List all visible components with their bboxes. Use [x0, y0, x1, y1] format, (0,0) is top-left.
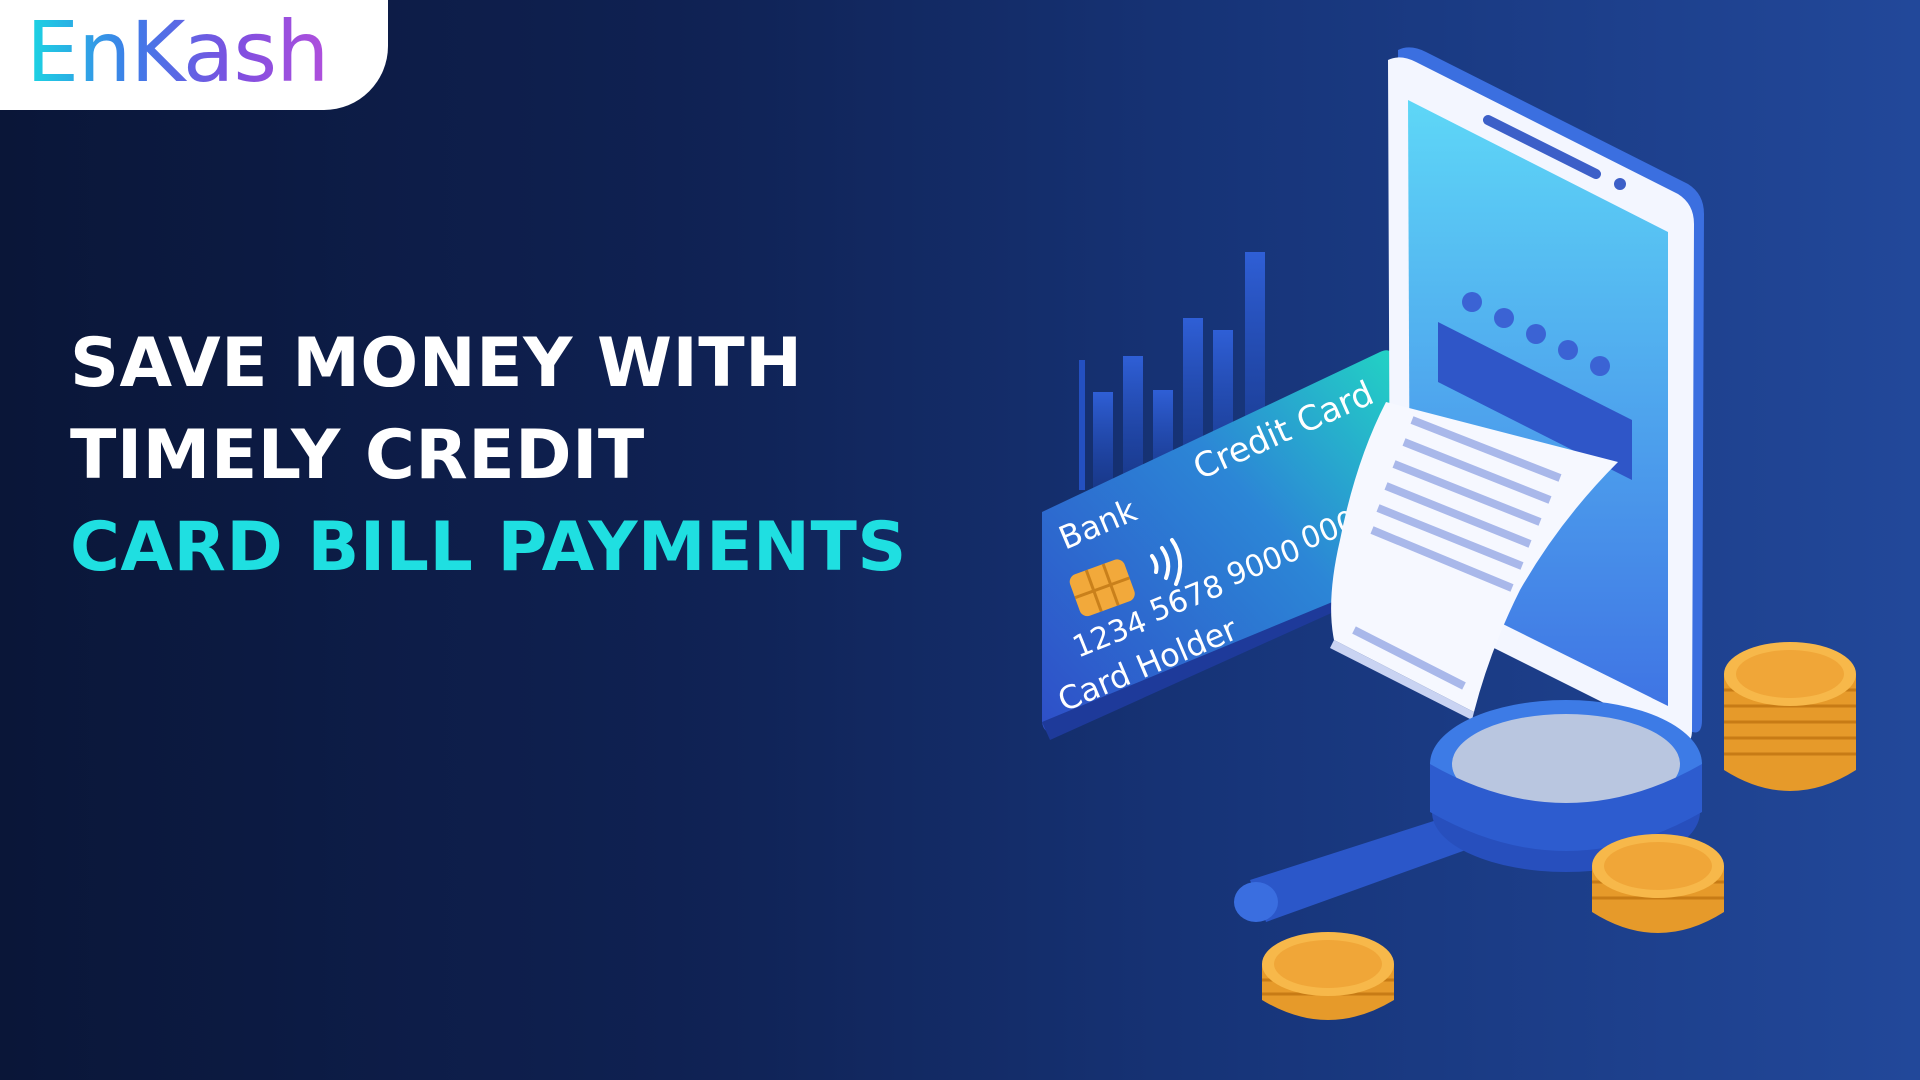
payment-illustration: Bank Credit Card 1234 5678 9000 000 Card…	[1042, 47, 1856, 1020]
